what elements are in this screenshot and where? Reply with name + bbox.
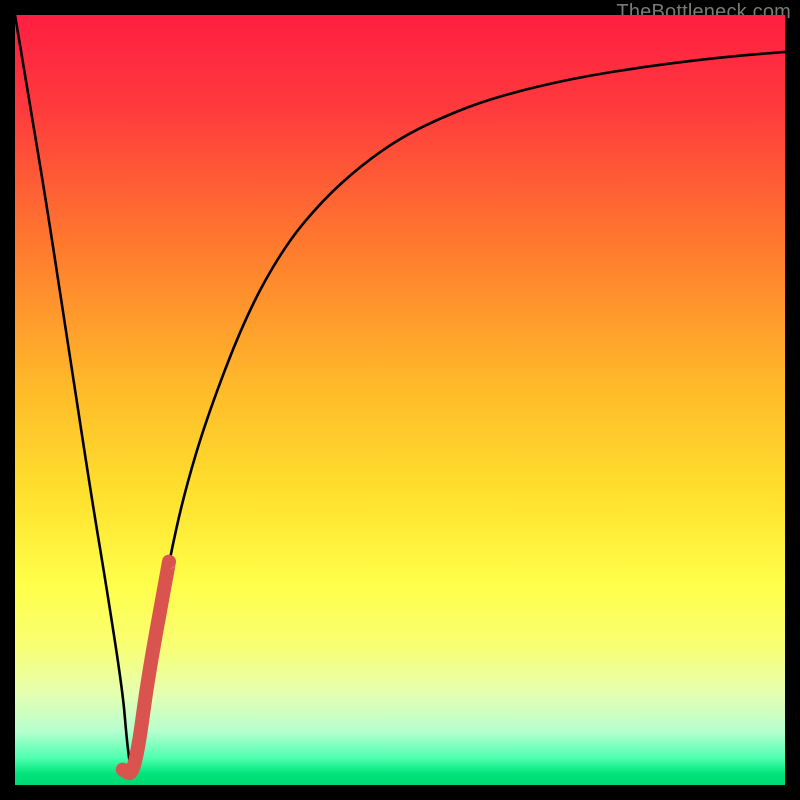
chart-plot-area [15,15,785,785]
accent-segment [123,562,169,773]
chart-frame: TheBottleneck.com [15,15,785,785]
bottleneck-curve [15,15,785,770]
